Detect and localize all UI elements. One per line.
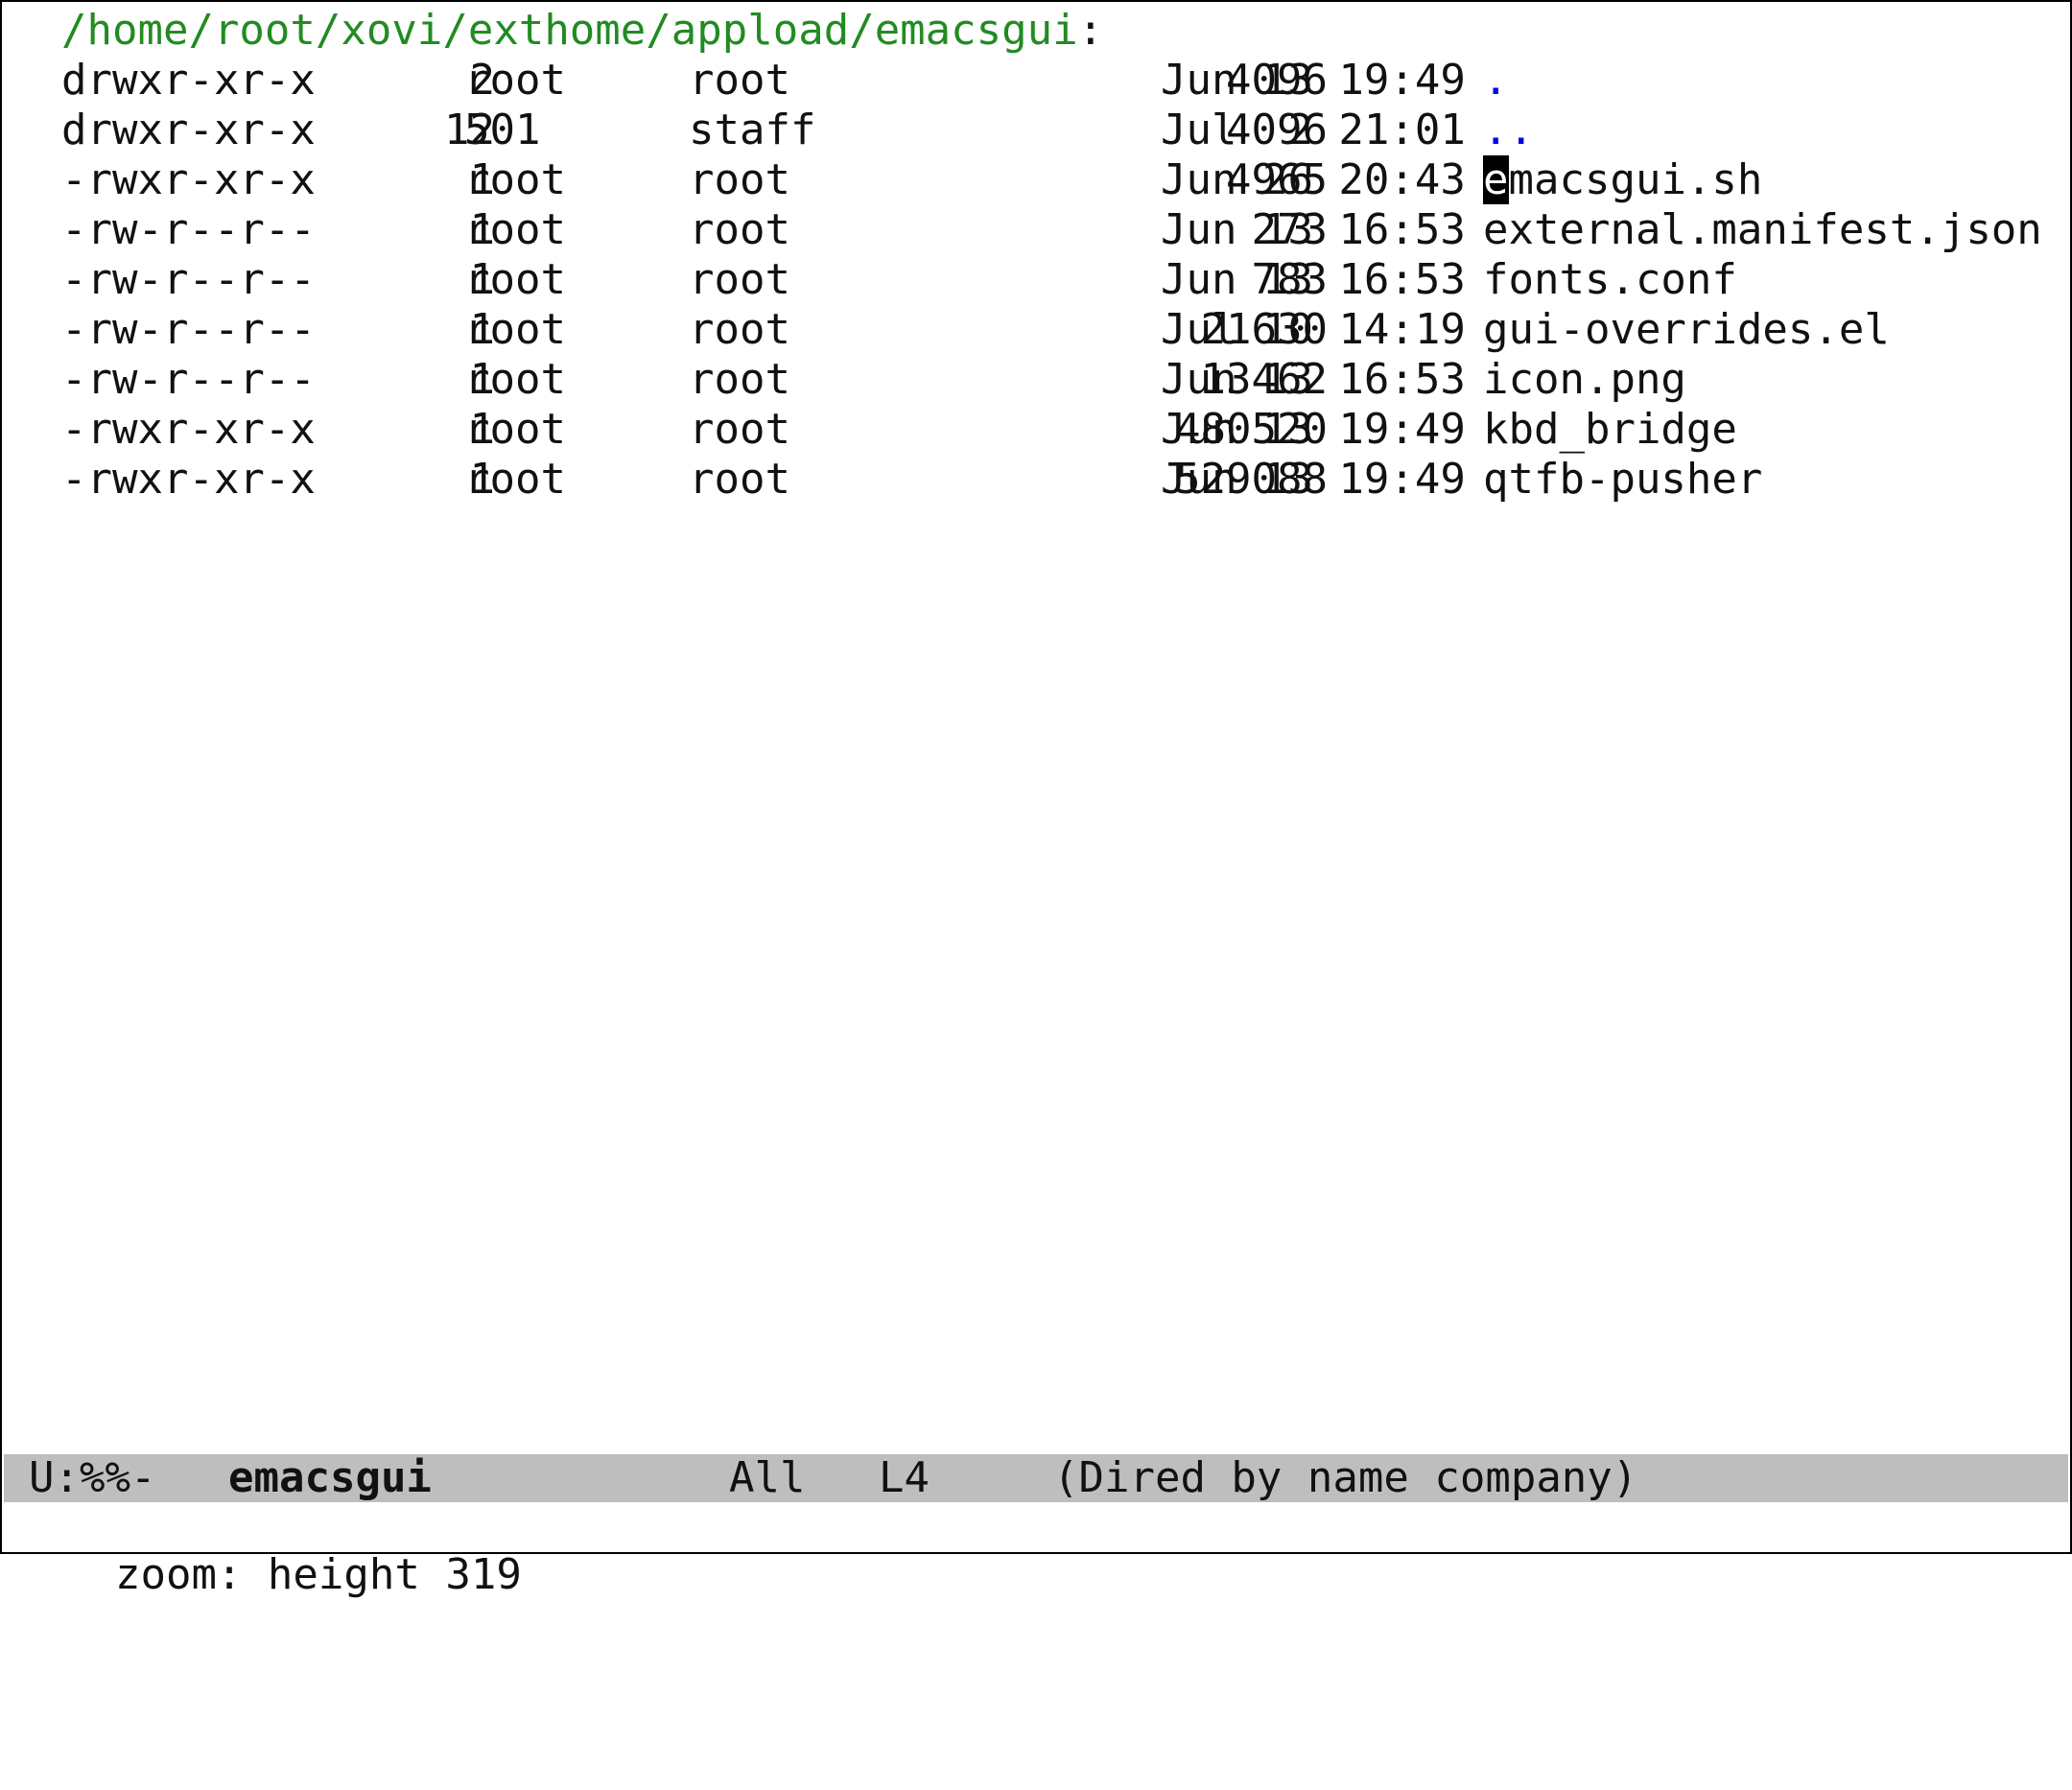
file-owner: root	[464, 205, 566, 254]
file-name[interactable]: gui-overrides.el	[1483, 305, 1890, 355]
file-name[interactable]: qtfb-pusher	[1483, 455, 1762, 505]
modeline-position: All	[729, 1453, 806, 1502]
file-group: root	[689, 455, 790, 504]
directory-path[interactable]: /home/root/xovi/exthome/appload/emacsgui	[61, 6, 1078, 55]
file-owner: root	[464, 355, 566, 404]
file-group: root	[689, 355, 790, 404]
dired-header: /home/root/xovi/exthome/appload/emacsgui…	[61, 6, 1103, 56]
file-name[interactable]: kbd_bridge	[1483, 405, 1737, 455]
file-group: root	[689, 405, 790, 454]
file-owner: root	[464, 405, 566, 454]
file-date: Jun 13 19:49	[1161, 455, 1466, 504]
file-date: Jun 13 16:53	[1161, 355, 1466, 404]
file-row[interactable]: -rw-r--r-- 1 root root 273 Jun 13 16:53 extern…	[61, 205, 2068, 255]
file-group: root	[689, 155, 790, 204]
file-date: Jun 13 19:49	[1161, 405, 1466, 454]
file-date: Jul 2 21:01	[1161, 106, 1466, 154]
file-group: root	[689, 205, 790, 254]
file-permissions: -rw-r--r--	[61, 255, 316, 304]
file-row[interactable]: -rwxr-xr-x 1 root root 529088 Jun 13 19:49 qtf…	[61, 455, 2068, 505]
modeline-major-mode[interactable]: (Dired by name company)	[1053, 1454, 1637, 1502]
directory-name[interactable]: .	[1483, 56, 1509, 106]
file-date: Jun 13 16:53	[1161, 205, 1466, 254]
file-date: Jun 13 19:49	[1161, 56, 1466, 105]
directory-name[interactable]: ..	[1483, 106, 1534, 155]
file-row[interactable]: -rw-r--r-- 1 root root 21630 Jul 10 14:19 gui-…	[61, 305, 2068, 355]
mode-line: U:%%- emacsgui All L4 (Dired by name com…	[4, 1454, 2068, 1502]
file-name-rest: macsgui.sh	[1508, 155, 1763, 204]
file-owner: root	[464, 255, 566, 304]
file-permissions: -rw-r--r--	[61, 205, 316, 254]
modeline-status: U:%%-	[29, 1453, 156, 1502]
file-permissions: -rwxr-xr-x	[61, 455, 316, 504]
echo-area: zoom: height 319	[13, 1506, 522, 1598]
file-row[interactable]: -rw-r--r-- 1 root root 13462 Jun 13 16:53 icon…	[61, 355, 2068, 405]
file-owner: root	[464, 155, 566, 204]
file-name[interactable]: emacsgui.sh	[1483, 155, 1762, 205]
file-name[interactable]: fonts.conf	[1483, 255, 1737, 305]
file-group: root	[689, 56, 790, 105]
file-group: staff	[689, 106, 816, 154]
file-name[interactable]: icon.png	[1483, 355, 1686, 405]
file-owner: 501	[464, 106, 541, 154]
text-cursor: e	[1483, 155, 1509, 204]
file-permissions: drwxr-xr-x	[61, 106, 316, 154]
file-name[interactable]: external.manifest.json	[1483, 205, 2042, 255]
file-row[interactable]: -rwxr-xr-x 1 root root 480520 Jun 13 19:49 kbd…	[61, 405, 2068, 455]
file-date: Jul 10 14:19	[1161, 305, 1466, 354]
modeline-buffer-name[interactable]: emacsgui	[228, 1454, 432, 1502]
file-permissions: -rwxr-xr-x	[61, 405, 316, 454]
modeline-line-number: L4	[879, 1453, 930, 1502]
directory-suffix: :	[1077, 6, 1104, 55]
file-date: Jun 13 16:53	[1161, 255, 1466, 304]
file-group: root	[689, 305, 790, 354]
file-permissions: -rw-r--r--	[61, 355, 316, 404]
file-row[interactable]: -rwxr-xr-x 1 root root 4965 Jun 26 20:43 emacs…	[61, 155, 2068, 205]
dired-buffer[interactable]: /home/root/xovi/exthome/appload/emacsgui…	[4, 4, 2068, 1454]
file-owner: root	[464, 56, 566, 105]
emacs-frame: /home/root/xovi/exthome/appload/emacsgui…	[0, 0, 2072, 1598]
file-row[interactable]: -rw-r--r-- 1 root root 783 Jun 13 16:53 fonts.…	[61, 255, 2068, 305]
file-group: root	[689, 255, 790, 304]
file-date: Jun 26 20:43	[1161, 155, 1466, 204]
echo-message: zoom: height 319	[114, 1550, 522, 1599]
file-row[interactable]: drwxr-xr-x 2 root root 4096 Jun 13 19:49.	[61, 56, 2068, 106]
file-row[interactable]: drwxr-xr-x 12 501 staff 4096 Jul 2 21:01..	[61, 106, 2068, 155]
file-permissions: drwxr-xr-x	[61, 56, 316, 105]
file-owner: root	[464, 305, 566, 354]
file-permissions: -rw-r--r--	[61, 305, 316, 354]
file-permissions: -rwxr-xr-x	[61, 155, 316, 204]
file-owner: root	[464, 455, 566, 504]
